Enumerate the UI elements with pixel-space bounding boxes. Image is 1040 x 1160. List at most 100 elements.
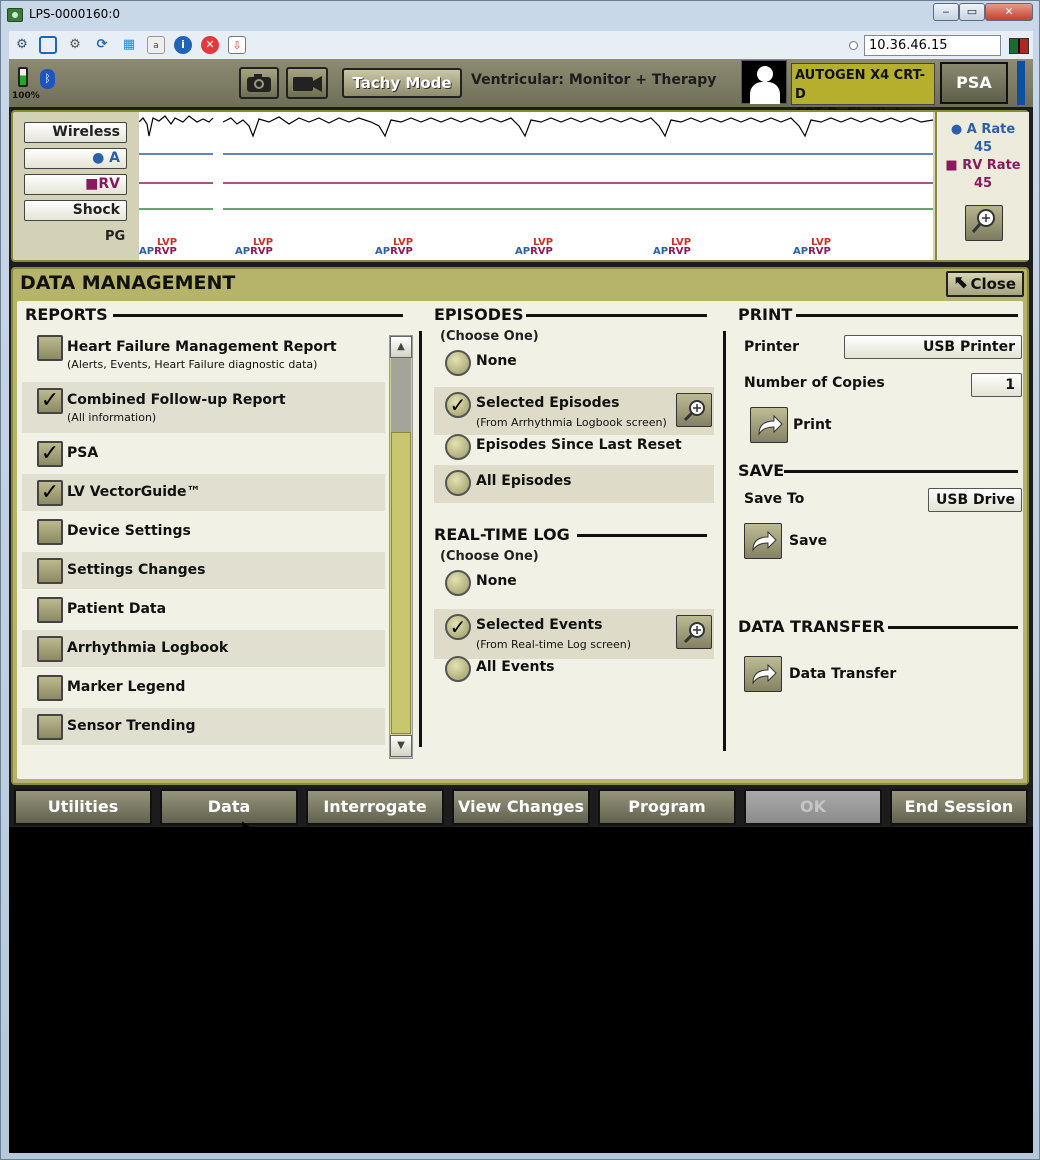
report-row[interactable]: Device Settings (22, 513, 385, 550)
episode-radio[interactable] (445, 470, 471, 496)
zoom-rates-button[interactable] (965, 205, 1003, 241)
episode-label: None (476, 353, 517, 369)
report-checkbox[interactable] (37, 558, 63, 584)
patient-avatar-icon[interactable] (741, 60, 787, 104)
column-divider-1 (419, 331, 422, 747)
report-row[interactable]: ✓ LV VectorGuide™ (22, 474, 385, 511)
episode-option[interactable]: ✓ Selected Episodes (From Arrhythmia Logbo… (434, 387, 714, 435)
reports-scrollbar[interactable]: ▲ ▼ (389, 335, 413, 759)
episode-radio[interactable] (445, 350, 471, 376)
nav-button[interactable]: Interrogate (306, 789, 444, 825)
save-to-select[interactable]: USB Drive (928, 488, 1022, 512)
marker-bottom: APRVP (235, 247, 273, 257)
gear-icon[interactable]: ⚙ (66, 36, 84, 54)
rv-channel-label: RV (98, 176, 120, 192)
windows-icon[interactable]: ▦ (120, 36, 138, 54)
episodes-rule (526, 314, 707, 317)
realtime-option[interactable]: None (434, 565, 714, 603)
empty-display-area (9, 827, 1033, 1153)
episode-radio[interactable] (445, 434, 471, 460)
episodes-heading: EPISODES (434, 305, 524, 324)
report-row[interactable]: Marker Legend (22, 669, 385, 706)
report-checkbox[interactable] (37, 597, 63, 623)
realtime-zoom-button[interactable] (676, 615, 712, 649)
report-row[interactable]: Arrhythmia Logbook (22, 630, 385, 667)
psa-button[interactable]: PSA (940, 62, 1008, 104)
nav-button[interactable]: View Changes (452, 789, 590, 825)
nav-button[interactable]: Program (598, 789, 736, 825)
data-transfer-label: Data Transfer (789, 666, 897, 682)
report-row[interactable]: Settings Changes (22, 552, 385, 589)
reports-list[interactable]: Heart Failure Management Report (Alerts, … (22, 329, 385, 761)
report-label: Heart Failure Management Report (67, 339, 337, 355)
realtime-option[interactable]: All Events (434, 651, 714, 689)
video-button[interactable] (286, 67, 328, 99)
wireless-button[interactable]: Wireless (24, 122, 127, 143)
arrow-icon (752, 530, 777, 552)
device-info[interactable]: AUTOGEN X4 CRT-D CRT Defibrillator (791, 63, 935, 121)
report-row[interactable]: Heart Failure Management Report (Alerts, … (22, 329, 385, 380)
refresh-icon[interactable]: ⟳ (93, 36, 111, 54)
report-checkbox[interactable] (37, 519, 63, 545)
report-checkbox[interactable] (37, 714, 63, 740)
episode-option[interactable]: None (434, 345, 714, 383)
scroll-thumb[interactable] (391, 432, 411, 734)
info-icon[interactable]: i (174, 36, 192, 54)
marker-rvp: RVP (390, 246, 413, 257)
report-checkbox[interactable] (37, 335, 63, 361)
nav-button[interactable]: End Session (890, 789, 1028, 825)
realtime-radio[interactable] (445, 570, 471, 596)
scroll-up-button[interactable]: ▲ (390, 336, 412, 358)
marker-ap: AP (139, 246, 155, 257)
report-checkbox[interactable]: ✓ (37, 480, 63, 506)
report-row[interactable]: Sensor Trending (22, 708, 385, 745)
maximize-button[interactable]: ▭ (959, 3, 985, 21)
shock-button[interactable]: Shock (24, 200, 127, 221)
nav-button[interactable]: Data (160, 789, 298, 825)
fullscreen-icon[interactable] (39, 36, 57, 54)
report-label: Sensor Trending (67, 718, 196, 734)
report-row[interactable]: Patient Data (22, 591, 385, 628)
report-checkbox[interactable] (37, 636, 63, 662)
window-title: LPS-0000160:0 (29, 7, 120, 21)
printer-select[interactable]: USB Printer (844, 335, 1022, 359)
realtime-radio[interactable]: ✓ (445, 614, 471, 640)
scroll-track[interactable] (391, 358, 411, 432)
ip-radio[interactable] (849, 41, 858, 50)
rv-channel-button[interactable]: ■RV (24, 174, 127, 195)
episode-option[interactable]: All Episodes (434, 465, 714, 503)
data-transfer-button[interactable] (744, 656, 782, 692)
report-row[interactable]: ✓ Combined Follow-up Report (All informati… (22, 382, 385, 433)
marker-group: LVP APRVP (793, 238, 831, 257)
marker-bottom: APRVP (515, 247, 553, 257)
close-button[interactable]: ⬉ Close (946, 271, 1024, 297)
report-checkbox[interactable]: ✓ (37, 388, 63, 414)
nav-button[interactable]: Utilities (14, 789, 152, 825)
report-checkbox[interactable]: ✓ (37, 441, 63, 467)
camera-button[interactable] (239, 67, 279, 99)
viewer-toolbar: ⚙ ⚙ ⟳ ▦ a i ✕ ⇩ (9, 31, 1033, 59)
scroll-down-button[interactable]: ▼ (390, 735, 412, 757)
window-close-button[interactable]: ✕ (985, 3, 1033, 21)
report-label: Marker Legend (67, 679, 186, 695)
realtime-radio[interactable] (445, 656, 471, 682)
ip-address-input[interactable] (864, 35, 1001, 56)
report-row[interactable]: ✓ PSA (22, 435, 385, 472)
stop-icon[interactable]: ✕ (201, 36, 219, 54)
report-sublabel: (All information) (67, 411, 157, 424)
tachy-mode-button[interactable]: Tachy Mode (342, 68, 462, 98)
title-bar: LPS-0000160:0 ‒ ▭ ✕ (1, 1, 1039, 29)
report-checkbox[interactable] (37, 675, 63, 701)
a-channel-button[interactable]: ● A (24, 148, 127, 169)
episode-option[interactable]: Episodes Since Last Reset (434, 429, 714, 465)
report-label: Patient Data (67, 601, 167, 617)
save-button[interactable] (744, 523, 782, 559)
copies-input[interactable]: 1 (971, 373, 1022, 397)
episode-zoom-button[interactable] (676, 393, 712, 427)
minimize-button[interactable]: ‒ (933, 3, 959, 21)
download-icon[interactable]: ⇩ (228, 36, 246, 54)
keyboard-icon[interactable]: a (147, 36, 165, 54)
print-button[interactable] (750, 407, 788, 443)
episode-radio[interactable]: ✓ (445, 392, 471, 418)
settings-gear-icon[interactable]: ⚙ (13, 36, 31, 54)
